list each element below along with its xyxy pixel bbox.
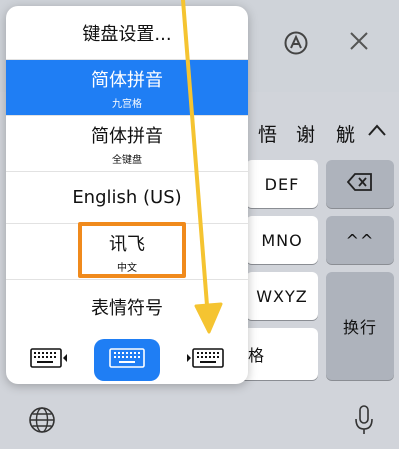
keyboard-settings-item[interactable]: 键盘设置... [6,6,248,60]
candidate-3[interactable]: 觥 [336,120,355,147]
key-mno[interactable]: MNO [246,216,318,264]
menu-item-label: 简体拼音 [91,69,163,91]
candidate-2[interactable]: 谢 [296,120,315,147]
menu-item-pinyin-full[interactable]: 简体拼音 全键盘 [6,116,248,172]
backspace-icon [346,173,373,195]
keyboard-full-icon [109,347,145,373]
keyboard-right-icon [186,347,224,373]
keyboard-settings-label: 键盘设置... [82,23,172,45]
menu-item-label: English (US) [72,187,182,208]
return-key[interactable]: 换行 [326,272,394,380]
keyboard-full-button[interactable] [94,339,160,381]
chevron-up-icon[interactable] [367,122,387,141]
input-method-menu: 键盘设置... 简体拼音 九宫格 简体拼音 全键盘 English (US) 讯… [6,6,248,384]
menu-item-pinyin-9key[interactable]: 简体拼音 九宫格 [6,60,248,116]
highlight-box [78,222,186,278]
backspace-key[interactable] [326,160,394,208]
menu-item-english[interactable]: English (US) [6,172,248,224]
key-wxyz[interactable]: WXYZ [246,272,318,320]
key-face[interactable]: ^^ [326,216,394,264]
keyboard-left-icon [30,347,68,373]
keyboard-bottom-row [0,390,399,449]
menu-item-sublabel: 全键盘 [112,154,142,166]
handwriting-a-icon[interactable] [283,30,309,62]
keyboard-right-button[interactable] [182,339,228,381]
globe-icon[interactable] [28,406,56,438]
close-icon[interactable] [348,30,370,58]
menu-item-emoji[interactable]: 表情符号 [6,280,248,334]
menu-item-label: 简体拼音 [91,125,163,147]
candidate-1[interactable]: 悟 [258,120,277,147]
menu-item-label: 表情符号 [91,298,163,319]
key-def[interactable]: DEF [246,160,318,208]
microphone-icon[interactable] [354,404,374,440]
keyboard-left-button[interactable] [26,339,72,381]
menu-item-sublabel: 九宫格 [112,98,142,110]
